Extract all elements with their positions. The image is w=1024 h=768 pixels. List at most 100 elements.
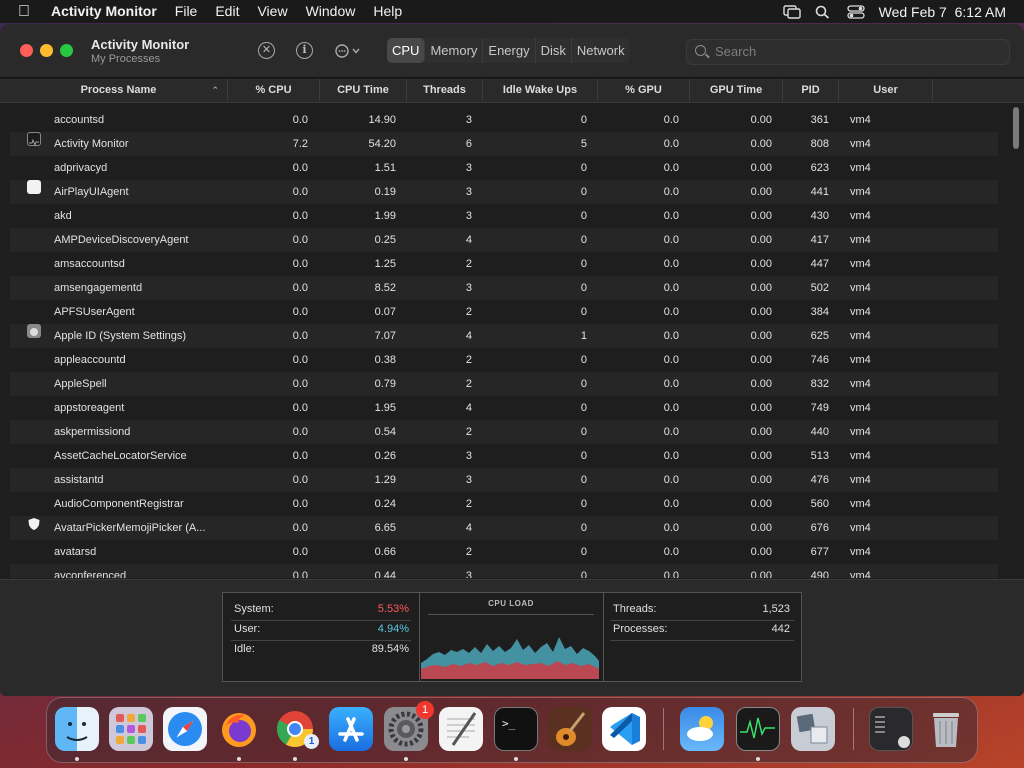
pid-cell: 441	[810, 186, 829, 198]
tab-cpu[interactable]: CPU	[387, 38, 426, 63]
gpu-time-cell: 0.00	[750, 498, 772, 510]
launchpad-icon[interactable]	[109, 707, 153, 751]
column-header-threads[interactable]: Threads	[407, 79, 483, 101]
terminal-icon[interactable]: >_	[494, 707, 538, 751]
tab-energy[interactable]: Energy	[483, 38, 536, 63]
process-name-cell: Apple ID (System Settings)	[54, 330, 187, 342]
process-name-cell: askpermissiond	[54, 426, 131, 438]
zoom-window-button[interactable]	[60, 44, 73, 57]
table-row[interactable]: akd 0.0 1.99 3 0 0.0 0.00 430 vm4	[10, 204, 998, 228]
finder-icon[interactable]	[55, 707, 99, 751]
control-center-icon[interactable]	[846, 4, 865, 19]
pid-cell: 447	[810, 258, 829, 270]
table-row[interactable]: appleaccountd 0.0 0.38 2 0 0.0 0.00 746 vm4	[10, 348, 998, 372]
menu-edit[interactable]: Edit	[206, 0, 248, 23]
safari-icon[interactable]	[163, 707, 207, 751]
table-row[interactable]: Activity Monitor 7.2 54.20 6 5 0.0 0.00 808 vm4	[10, 132, 998, 156]
process-table: accountsd 0.0 14.90 3 0 0.0 0.00 361 vm4 Activity…	[10, 108, 998, 578]
idle-wake-ups-cell: 0	[580, 450, 587, 462]
menu-app-name[interactable]: Activity Monitor	[42, 0, 166, 23]
table-row[interactable]: adprivacyd 0.0 1.51 3 0 0.0 0.00 623 vm4	[10, 156, 998, 180]
cpu-time-cell: 1.99	[374, 210, 396, 222]
scrollbar-thumb[interactable]	[1013, 107, 1019, 149]
cpu-percent-cell: 7.2	[292, 138, 308, 150]
spotlight-search-icon[interactable]	[815, 5, 833, 19]
idle-wake-ups-cell: 0	[580, 546, 587, 558]
process-name-cell: avconferenced	[54, 570, 127, 578]
table-row[interactable]: amsaccountsd 0.0 1.25 2 0 0.0 0.00 447 vm4	[10, 252, 998, 276]
column-header-cpu-time[interactable]: CPU Time	[320, 79, 407, 101]
minimize-window-button[interactable]	[40, 44, 53, 57]
migration-assistant-icon[interactable]	[791, 707, 835, 751]
user-label: User:	[234, 623, 261, 635]
user-cell: vm4	[850, 114, 871, 126]
tab-network[interactable]: Network	[572, 38, 630, 63]
user-cell: vm4	[850, 330, 871, 342]
app-store-icon[interactable]	[329, 707, 373, 751]
column-header-idle-wake-ups[interactable]: Idle Wake Ups	[483, 79, 598, 101]
threads-cell: 4	[465, 234, 472, 246]
garageband-icon[interactable]	[548, 707, 592, 751]
cpu-time-cell: 8.52	[374, 282, 396, 294]
downloads-stack-icon[interactable]	[869, 707, 913, 751]
table-row[interactable]: accountsd 0.0 14.90 3 0 0.0 0.00 361 vm4	[10, 108, 998, 132]
display-mirroring-icon[interactable]	[782, 4, 801, 19]
more-options-icon[interactable]	[333, 41, 365, 61]
table-row[interactable]: AvatarPickerMemojiPicker (A... 0.0 6.65 4 0 0…	[10, 516, 998, 540]
threads-cell: 3	[465, 474, 472, 486]
firefox-icon[interactable]	[217, 707, 261, 751]
trash-icon[interactable]	[924, 707, 968, 751]
table-scrollbar[interactable]	[1012, 104, 1020, 580]
info-icon[interactable]: i	[296, 42, 313, 59]
menu-view[interactable]: View	[248, 0, 296, 23]
column-header-user[interactable]: User	[839, 79, 933, 101]
tab-memory[interactable]: Memory	[425, 38, 484, 63]
process-name-cell: assistantd	[54, 474, 104, 486]
pid-cell: 513	[810, 450, 829, 462]
idle-wake-ups-cell: 5	[580, 138, 587, 150]
textedit-icon[interactable]	[439, 707, 483, 751]
table-row[interactable]: askpermissiond 0.0 0.54 2 0 0.0 0.00 440 vm4	[10, 420, 998, 444]
table-row[interactable]: assistantd 0.0 1.29 3 0 0.0 0.00 476 vm4	[10, 468, 998, 492]
threads-cell: 2	[465, 546, 472, 558]
table-row[interactable]: AirPlayUIAgent 0.0 0.19 3 0 0.0 0.00 441 vm4	[10, 180, 998, 204]
column-header-gpu-time[interactable]: GPU Time	[690, 79, 783, 101]
menu-help[interactable]: Help	[364, 0, 411, 23]
column-header-gpu-percent[interactable]: % GPU	[598, 79, 690, 101]
close-window-button[interactable]	[20, 44, 33, 57]
tab-disk[interactable]: Disk	[536, 38, 572, 63]
menubar-clock[interactable]: Wed Feb 7 6:12 AM	[879, 4, 1006, 20]
user-value: 4.94%	[377, 623, 409, 635]
column-header-process-name[interactable]: Process Name ⌃	[10, 79, 228, 101]
weather-icon[interactable]	[680, 707, 724, 751]
gpu-percent-cell: 0.0	[663, 234, 679, 246]
vscode-icon[interactable]	[602, 707, 646, 751]
gpu-time-cell: 0.00	[750, 570, 772, 578]
table-row[interactable]: AudioComponentRegistrar 0.0 0.24 2 0 0.0 0.00 5…	[10, 492, 998, 516]
stop-process-icon[interactable]: ✕	[258, 42, 275, 59]
table-row[interactable]: APFSUserAgent 0.0 0.07 2 0 0.0 0.00 384 vm4	[10, 300, 998, 324]
system-settings-icon[interactable]: 1	[384, 701, 434, 751]
activity-monitor-dock-icon[interactable]	[736, 707, 780, 751]
gpu-time-cell: 0.00	[750, 426, 772, 438]
menu-window[interactable]: Window	[297, 0, 365, 23]
table-row[interactable]: amsengagementd 0.0 8.52 3 0 0.0 0.00 502 vm4	[10, 276, 998, 300]
menu-file[interactable]: File	[166, 0, 207, 23]
cpu-time-cell: 1.95	[374, 402, 396, 414]
table-row[interactable]: AMPDeviceDiscoveryAgent 0.0 0.25 4 0 0.0 0.00 4…	[10, 228, 998, 252]
table-row[interactable]: Apple ID (System Settings) 0.0 7.07 4 1 0.0 0.…	[10, 324, 998, 348]
column-header-cpu-percent[interactable]: % CPU	[228, 79, 320, 101]
apple-menu-icon[interactable]: 	[0, 0, 42, 23]
system-settings-badge: 1	[416, 701, 434, 719]
column-header-pid[interactable]: PID	[783, 79, 839, 101]
table-row[interactable]: appstoreagent 0.0 1.95 4 0 0.0 0.00 749 vm4	[10, 396, 998, 420]
table-row[interactable]: AppleSpell 0.0 0.79 2 0 0.0 0.00 832 vm4	[10, 372, 998, 396]
dock: 1 1 >_	[46, 697, 978, 763]
chrome-icon[interactable]: 1	[273, 707, 319, 751]
table-row[interactable]: avatarsd 0.0 0.66 2 0 0.0 0.00 677 vm4	[10, 540, 998, 564]
search-input[interactable]: Search	[686, 39, 1010, 65]
user-cell: vm4	[850, 282, 871, 294]
table-row[interactable]: AssetCacheLocatorService 0.0 0.26 3 0 0.0 0.00…	[10, 444, 998, 468]
cpu-time-cell: 0.38	[374, 354, 396, 366]
table-row[interactable]: avconferenced 0.0 0.44 3 0 0.0 0.00 490 vm4	[10, 564, 998, 578]
